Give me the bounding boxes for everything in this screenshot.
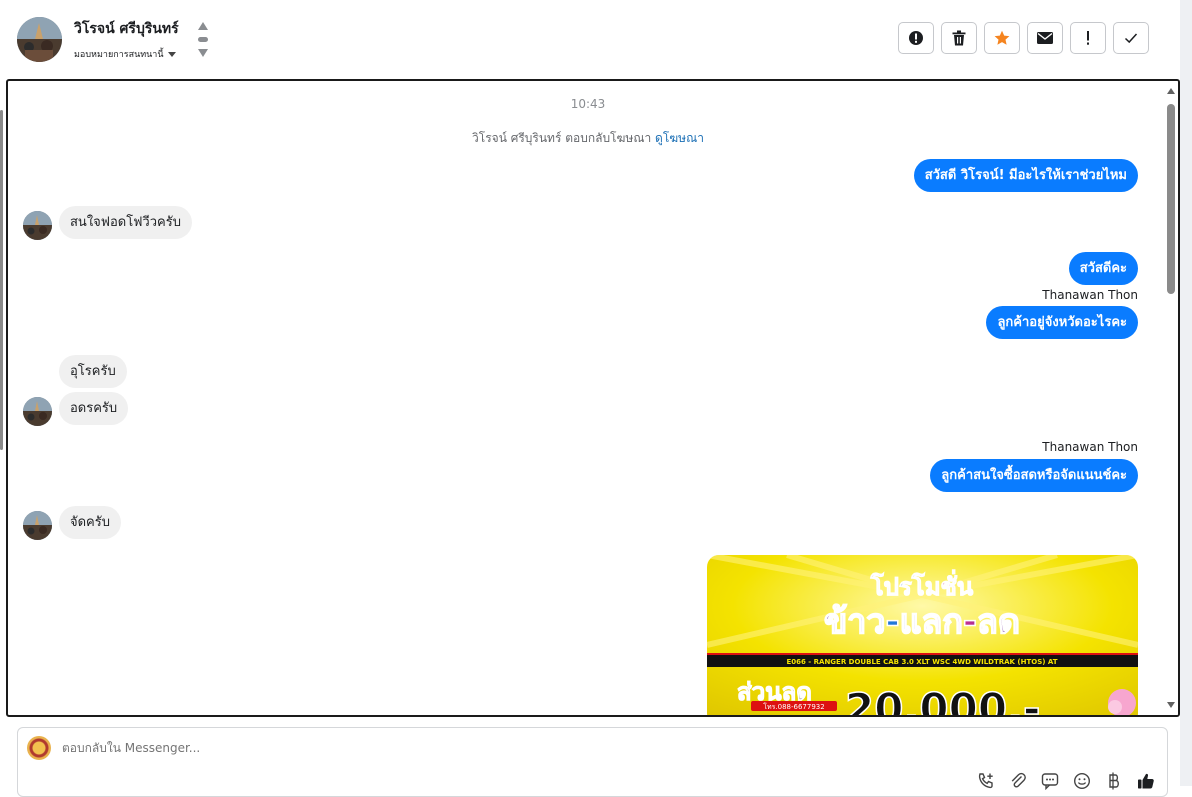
- caret-down-icon: [167, 52, 176, 57]
- contact-avatar-small: [23, 397, 52, 426]
- message-timestamp: 10:43: [570, 97, 606, 111]
- page-avatar: [27, 736, 51, 760]
- scroll-thumb[interactable]: [1167, 104, 1175, 294]
- exclamation-icon: [1087, 31, 1089, 45]
- emoji-icon[interactable]: [1073, 772, 1091, 790]
- message-thread: 10:43 วิโรจน์ ศรีบุรินทร์ ตอบกลับโฆษณา ด…: [6, 79, 1180, 717]
- ad-amount: 20,000.-: [845, 684, 1040, 717]
- baht-icon[interactable]: [1105, 772, 1123, 790]
- message-incoming[interactable]: สนใจฟอดโฟวีวครับ: [59, 206, 192, 239]
- ad-reply-notice: วิโรจน์ ศรีบุรินทร์ ตอบกลับโฆษณา ดูโฆษณา: [8, 129, 1168, 148]
- next-conversation-icon[interactable]: [198, 49, 208, 57]
- message-incoming[interactable]: จัดครับ: [59, 506, 121, 539]
- conversation-header: วิโรจน์ ศรีบุรินทร์ มอบหมายการสนทนานี้: [0, 0, 1180, 78]
- conversation-navigation: [197, 20, 209, 60]
- star-button[interactable]: [984, 22, 1020, 54]
- contact-avatar[interactable]: [17, 17, 62, 62]
- message-outgoing[interactable]: ลูกค้าอยู่จังหวัดอะไรคะ: [986, 306, 1138, 339]
- ad-reply-text: วิโรจน์ ศรีบุรินทร์ ตอบกลับโฆษณา: [472, 131, 652, 145]
- contact-avatar-small: [23, 211, 52, 240]
- quick-reply-icon[interactable]: [1041, 772, 1059, 790]
- sender-name: Thanawan Thon: [1042, 440, 1138, 454]
- ad-model-strip: E066 - RANGER DOUBLE CAB 3.0 XLT WSC 4WD…: [786, 658, 1057, 666]
- sender-name: Thanawan Thon: [1042, 288, 1138, 302]
- alert-circle-icon: [909, 31, 923, 45]
- page-gutter: [1180, 0, 1192, 786]
- view-ad-link[interactable]: ดูโฆษณา: [655, 131, 704, 145]
- assign-conversation-dropdown[interactable]: มอบหมายการสนทนานี้: [74, 47, 176, 61]
- star-icon: [994, 30, 1010, 45]
- message-outgoing[interactable]: สวัสดี วิโรจน์! มีอะไรให้เราช่วยไหม: [913, 159, 1138, 192]
- scroll-down-arrow-icon[interactable]: [1167, 702, 1175, 708]
- thumbs-up-icon[interactable]: [1137, 772, 1155, 790]
- left-pane-scrollbar[interactable]: [0, 110, 3, 450]
- message-outgoing[interactable]: ลูกค้าสนใจซื้อสดหรือจัดแนนช์คะ: [930, 459, 1138, 492]
- conversation-toolbar: [898, 22, 1149, 54]
- thread-scrollbar[interactable]: [1164, 81, 1178, 715]
- message-incoming[interactable]: อดรครับ: [59, 392, 129, 425]
- assign-label: มอบหมายการสนทนานี้: [74, 50, 164, 60]
- trash-icon: [952, 30, 966, 46]
- contact-avatar-small: [23, 511, 52, 540]
- composer-actions: [977, 772, 1155, 790]
- reply-composer: [17, 727, 1168, 797]
- follow-up-button[interactable]: [1070, 22, 1106, 54]
- envelope-icon: [1037, 32, 1053, 44]
- contact-name[interactable]: วิโรจน์ ศรีบุรินทร์: [74, 18, 179, 40]
- paperclip-icon[interactable]: [1009, 772, 1027, 790]
- reply-input[interactable]: [62, 741, 762, 755]
- ad-image-attachment[interactable]: โปรโมชั่น ข้าว-แลก-ลด E066 - RANGER DOUB…: [707, 555, 1138, 717]
- previous-conversation-icon[interactable]: [198, 22, 208, 30]
- scroll-up-arrow-icon[interactable]: [1167, 88, 1175, 94]
- ad-headline-2: ข้าว-แลก-ลด: [824, 602, 1020, 642]
- mark-unread-button[interactable]: [1027, 22, 1063, 54]
- message-incoming[interactable]: อุโรครับ: [59, 355, 127, 388]
- delete-button[interactable]: [941, 22, 977, 54]
- check-icon: [1124, 33, 1138, 44]
- add-call-icon[interactable]: [977, 772, 995, 790]
- spam-alert-button[interactable]: [898, 22, 934, 54]
- ad-phone: โทร.088-6677932: [763, 702, 824, 711]
- message-outgoing[interactable]: สวัสดีคะ: [1068, 252, 1138, 285]
- ad-headline-1: โปรโมชั่น: [870, 569, 974, 601]
- mark-done-button[interactable]: [1113, 22, 1149, 54]
- drag-handle-icon: [198, 37, 208, 42]
